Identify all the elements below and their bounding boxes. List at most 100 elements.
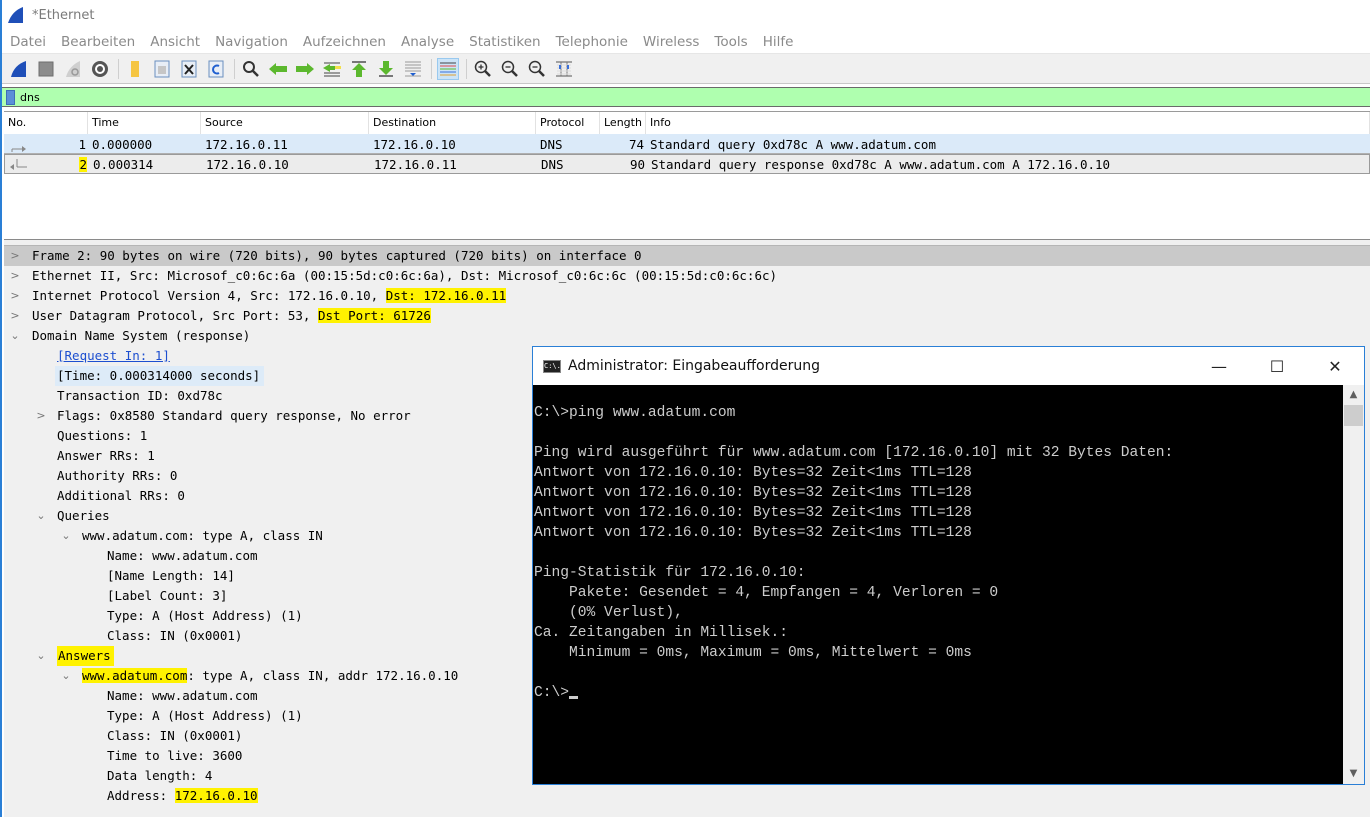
zoom-in-button[interactable] [472, 58, 494, 80]
packet-time: 0.000314 [93, 156, 154, 172]
console-prompt-line[interactable]: C:\> [534, 683, 1343, 703]
tree-item-label: Flags: 0x8580 Standard query response, N… [57, 408, 411, 423]
menu-aufzeichnen[interactable]: Aufzeichnen [303, 34, 386, 50]
save-file-button[interactable] [151, 58, 173, 80]
scroll-down-arrow-icon[interactable]: ▼ [1343, 764, 1364, 784]
tree-item-label: Authority RRs: 0 [57, 468, 178, 483]
column-header-source[interactable]: Source [201, 112, 369, 134]
tree-item-frame[interactable]: > Frame 2: 90 bytes on wire (720 bits), 9… [4, 246, 1370, 266]
scroll-up-arrow-icon[interactable]: ▲ [1343, 385, 1364, 405]
console-line: Antwort von 172.16.0.10: Bytes=32 Zeit<1… [534, 525, 972, 541]
packet-row[interactable]: 1 0.000000 172.16.0.11 172.16.0.10 DNS 7… [4, 134, 1370, 154]
request-in-link[interactable]: [Request In: 1] [57, 346, 170, 366]
minimize-button[interactable]: — [1190, 347, 1248, 385]
menu-tools[interactable]: Tools [714, 34, 747, 50]
column-header-time[interactable]: Time [88, 112, 201, 134]
zoom-out-button[interactable] [499, 58, 521, 80]
packet-protocol: DNS [540, 136, 563, 152]
menu-hilfe[interactable]: Hilfe [763, 34, 794, 50]
expand-arrow-icon[interactable]: > [10, 306, 20, 326]
column-header-protocol[interactable]: Protocol [536, 112, 600, 134]
address-label: Address: [107, 788, 175, 803]
packet-destination: 172.16.0.11 [374, 156, 457, 172]
zoom-normal-button[interactable] [526, 58, 548, 80]
tree-item-label: Address: 172.16.0.10 [107, 786, 258, 806]
expand-arrow-icon[interactable]: > [10, 246, 20, 266]
console-line: C:\>ping www.adatum.com [534, 405, 736, 421]
go-to-packet-button[interactable] [321, 58, 343, 80]
packet-source: 172.16.0.11 [205, 136, 288, 152]
go-first-button[interactable] [348, 58, 370, 80]
tree-item-udp[interactable]: > User Datagram Protocol, Src Port: 53, D… [4, 306, 1370, 326]
packet-no-cell: 2 [5, 156, 89, 172]
wireshark-logo-icon [8, 7, 23, 23]
tree-item-ipv4[interactable]: > Internet Protocol Version 4, Src: 172.1… [4, 286, 1370, 306]
tree-item-label: [Name Length: 14] [107, 568, 235, 583]
collapse-arrow-icon[interactable]: ⌄ [10, 326, 20, 346]
collapse-arrow-icon[interactable]: ⌄ [36, 506, 46, 526]
display-filter-input[interactable]: dns [20, 91, 40, 104]
go-last-button[interactable] [375, 58, 397, 80]
go-forward-button[interactable] [294, 58, 316, 80]
column-header-destination[interactable]: Destination [369, 112, 536, 134]
autoscroll-button[interactable] [402, 58, 424, 80]
go-first-icon [352, 60, 366, 77]
menu-analyse[interactable]: Analyse [401, 34, 454, 50]
tree-item-ethernet[interactable]: > Ethernet II, Src: Microsof_c0:6c:6a (00… [4, 266, 1370, 286]
console-line: Antwort von 172.16.0.10: Bytes=32 Zeit<1… [534, 485, 972, 501]
stop-capture-button[interactable] [35, 58, 57, 80]
open-file-button[interactable] [124, 58, 146, 80]
expand-arrow-icon[interactable]: > [10, 266, 20, 286]
packet-no-cell: 1 [4, 137, 88, 152]
stop-icon [38, 61, 54, 76]
menu-navigation[interactable]: Navigation [215, 34, 288, 50]
capture-options-button[interactable] [89, 58, 111, 80]
colorize-button[interactable] [437, 57, 459, 80]
maximize-button[interactable]: ☐ [1248, 347, 1306, 385]
close-button[interactable]: ✕ [1306, 347, 1364, 385]
start-capture-button[interactable] [8, 58, 30, 80]
collapse-arrow-icon[interactable]: ⌄ [61, 526, 71, 546]
menu-datei[interactable]: Datei [10, 34, 46, 50]
tree-item-label: Domain Name System (response) [32, 328, 251, 343]
restart-capture-button[interactable] [62, 58, 84, 80]
reload-file-button[interactable] [205, 58, 227, 80]
resize-columns-button[interactable] [553, 58, 575, 80]
pane-splitter[interactable] [4, 239, 1370, 246]
tree-item-dns[interactable]: ⌄ Domain Name System (response) [4, 326, 1370, 346]
tree-item-label: User Datagram Protocol, Src Port: 53, Ds… [32, 306, 431, 326]
collapse-arrow-icon[interactable]: ⌄ [36, 646, 46, 666]
collapse-arrow-icon[interactable]: ⌄ [61, 666, 71, 686]
packet-list: No. Time Source Destination Protocol Len… [4, 111, 1370, 239]
resize-columns-icon [556, 61, 572, 76]
close-file-button[interactable] [178, 58, 200, 80]
packet-info: Standard query response 0xd78c A www.ada… [651, 156, 1111, 172]
console-line: Pakete: Gesendet = 4, Empfangen = 4, Ver… [534, 585, 999, 601]
column-header-info[interactable]: Info [646, 112, 1370, 134]
packet-time: 0.000000 [92, 136, 153, 152]
menu-bearbeiten[interactable]: Bearbeiten [61, 34, 135, 50]
display-filter-bar[interactable]: dns [2, 87, 1370, 107]
column-header-no[interactable]: No. [4, 112, 88, 134]
find-packet-button[interactable] [240, 58, 262, 80]
vertical-scrollbar[interactable]: ▲ ▼ [1343, 385, 1364, 784]
tree-item-answer-address[interactable]: Address: 172.16.0.10 [4, 786, 1370, 806]
go-back-button[interactable] [267, 58, 289, 80]
packet-row-selected[interactable]: 2 0.000314 172.16.0.10 172.16.0.11 DNS 9… [4, 154, 1370, 174]
expand-arrow-icon[interactable]: > [10, 286, 20, 306]
menu-statistiken[interactable]: Statistiken [469, 34, 540, 50]
menu-ansicht[interactable]: Ansicht [150, 34, 200, 50]
packet-info: Standard query 0xd78c A www.adatum.com [650, 136, 936, 152]
menu-telephonie[interactable]: Telephonie [556, 34, 628, 50]
zoom-out-icon [501, 60, 518, 77]
menu-wireless[interactable]: Wireless [643, 34, 700, 50]
expand-arrow-icon[interactable]: > [36, 406, 46, 426]
tree-item-label: Class: IN (0x0001) [107, 728, 243, 743]
cmd-title-bar[interactable]: C:\. Administrator: Eingabeaufforderung … [533, 347, 1364, 385]
column-header-length[interactable]: Length [600, 112, 646, 134]
bookmark-icon[interactable] [6, 89, 15, 105]
console-line: Ping-Statistik für 172.16.0.10: [534, 565, 806, 581]
scrollbar-thumb[interactable] [1344, 405, 1363, 426]
ip-dst-highlight: Dst: 172.16.0.11 [385, 288, 507, 303]
console-output[interactable]: C:\>ping www.adatum.com Ping wird ausgef… [533, 385, 1343, 784]
